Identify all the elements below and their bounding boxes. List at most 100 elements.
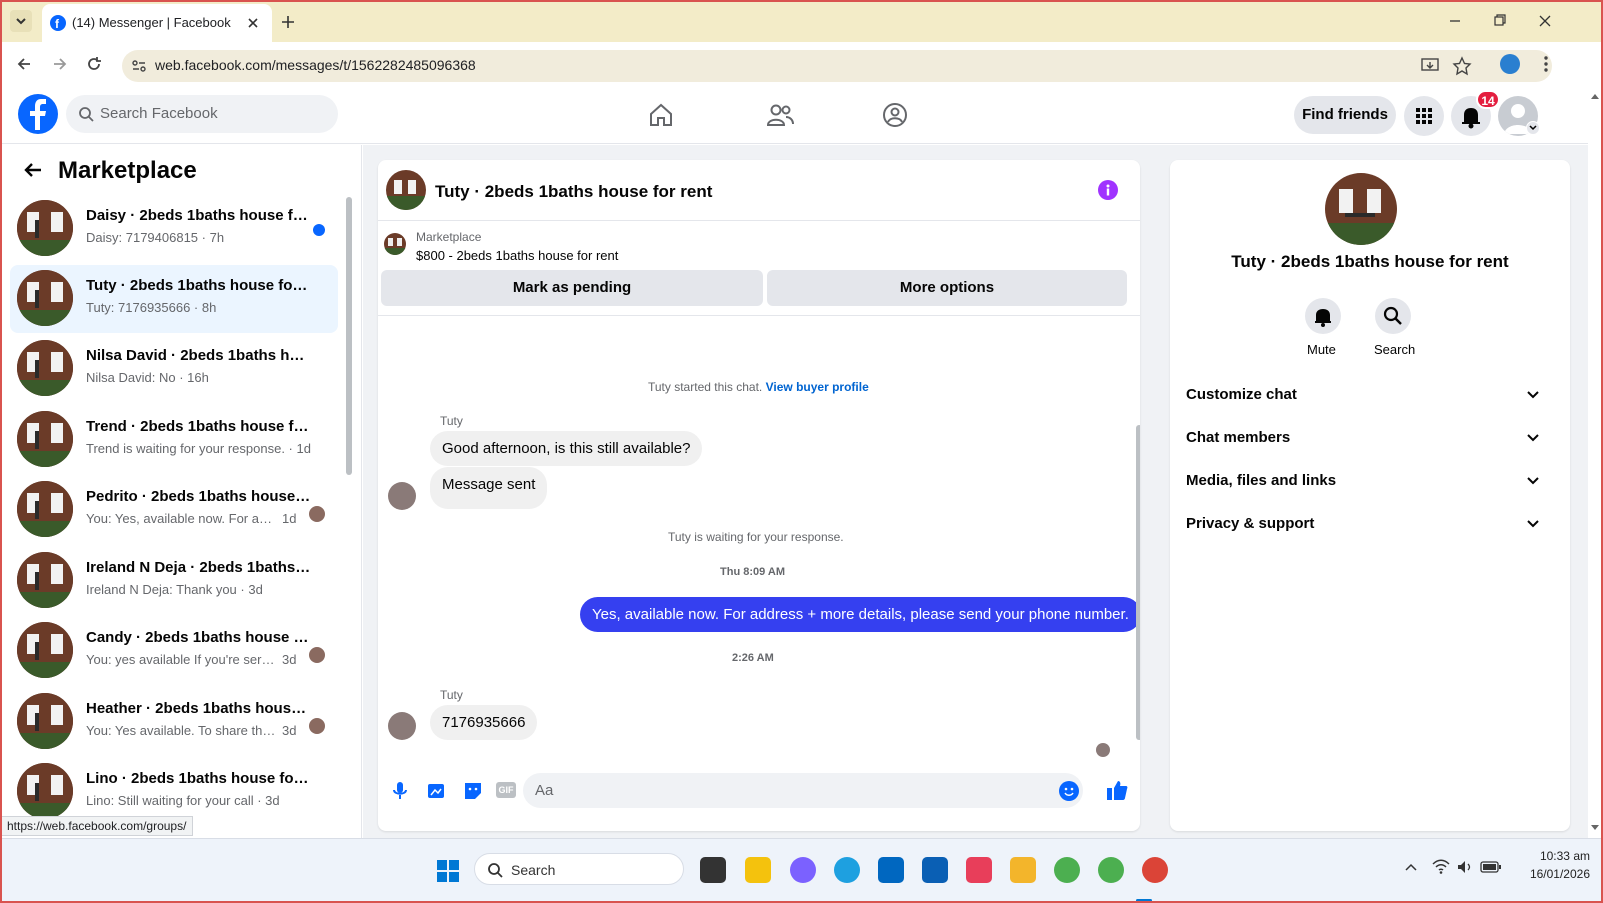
more-options-button[interactable]: More options (767, 270, 1127, 306)
mute-bell-icon[interactable] (1305, 298, 1341, 334)
incoming-message[interactable]: 7176935666 (430, 705, 538, 740)
conversation-item[interactable]: Daisy · 2beds 1baths house for rent Daisy… (10, 195, 338, 263)
sender-name: Tuty (440, 688, 463, 702)
tray-chevron-icon[interactable] (1404, 861, 1418, 875)
info-icon[interactable] (1098, 180, 1118, 200)
like-icon[interactable] (1105, 778, 1129, 802)
mute-label: Mute (1307, 342, 1336, 357)
sender-avatar[interactable] (388, 482, 416, 510)
file-explorer-icon[interactable] (1010, 857, 1036, 883)
outlook-icon[interactable] (922, 857, 948, 883)
divider (378, 220, 1140, 221)
info-section[interactable]: Privacy & support (1186, 515, 1546, 532)
conversation-preview: You: Yes available. To share the a... (86, 723, 276, 738)
menu-grid-icon[interactable] (1404, 96, 1444, 136)
profile-avatar-icon[interactable] (1500, 54, 1520, 74)
conversation-preview: Trend is waiting for your response. · 1d (86, 441, 311, 456)
friends-icon[interactable] (766, 102, 794, 128)
microphone-icon[interactable] (390, 780, 410, 802)
taskbar-search-placeholder: Search (511, 862, 556, 878)
conversation-item[interactable]: Candy · 2beds 1baths house for rent You: … (10, 617, 338, 685)
conversation-item[interactable]: Pedrito · 2beds 1baths house for rent You… (10, 476, 338, 544)
back-icon[interactable] (14, 54, 34, 74)
message-input[interactable]: Aa (523, 773, 1083, 808)
back-arrow-icon[interactable] (22, 159, 44, 181)
chat-avatar[interactable] (386, 170, 426, 210)
chat-info-panel: Tuty · 2beds 1baths house for rent Mute … (1170, 160, 1570, 831)
conversation-name: Candy · 2beds 1baths house for rent (86, 629, 311, 646)
info-section-label: Customize chat (1186, 386, 1297, 403)
info-section[interactable]: Media, files and links (1186, 472, 1546, 489)
edge-icon[interactable] (834, 857, 860, 883)
browser-tab[interactable]: f (14) Messenger | Facebook (42, 4, 272, 42)
forward-icon[interactable] (50, 54, 70, 74)
close-tab-icon[interactable] (244, 14, 262, 32)
conversation-preview: Tuty: 7176935666 · 8h (86, 300, 217, 315)
chrome-profile-3-icon[interactable] (1142, 857, 1168, 883)
task-view-icon[interactable] (700, 857, 726, 883)
mark-as-pending-button[interactable]: Mark as pending (381, 270, 763, 306)
new-tab-icon[interactable] (278, 12, 298, 32)
conversation-name: Ireland N Deja · 2beds 1baths house for … (86, 559, 311, 576)
search-icon (487, 862, 503, 878)
chrome-profile-2-icon[interactable] (1098, 857, 1124, 883)
conversation-item[interactable]: Ireland N Deja · 2beds 1baths house for … (10, 547, 338, 615)
sender-avatar[interactable] (388, 712, 416, 740)
close-window-icon[interactable] (1536, 12, 1554, 30)
sticker-icon[interactable] (462, 780, 484, 802)
photo-icon[interactable] (426, 780, 448, 802)
chat-scrollbar[interactable] (1136, 425, 1140, 740)
facebook-logo-icon[interactable] (18, 94, 58, 134)
incoming-message[interactable]: Message sent (430, 467, 548, 509)
store-icon[interactable] (878, 857, 904, 883)
taskbar-search[interactable]: Search (474, 853, 684, 885)
chrome-profile-1-icon[interactable] (1054, 857, 1080, 883)
incoming-message[interactable]: Good afternoon, is this still available? (430, 431, 703, 466)
gif-icon[interactable]: GIF (496, 782, 516, 798)
conversation-name: Pedrito · 2beds 1baths house for rent (86, 488, 311, 505)
search-chat-icon[interactable] (1375, 298, 1411, 334)
reload-icon[interactable] (84, 54, 104, 74)
windows-start-icon[interactable] (436, 859, 460, 883)
taskbar-clock[interactable]: 10:33 am 16/01/2026 (1510, 849, 1590, 881)
chat-title[interactable]: Tuty · 2beds 1baths house for rent (435, 182, 712, 202)
sidebar-scrollbar[interactable] (346, 197, 352, 475)
facebook-search-box[interactable]: Search Facebook (66, 95, 338, 133)
minimize-icon[interactable] (1446, 12, 1464, 30)
listing-thumbnail[interactable] (384, 233, 406, 255)
info-section[interactable]: Chat members (1186, 429, 1546, 446)
restore-icon[interactable] (1490, 12, 1508, 30)
page-scroll-up-icon[interactable] (1590, 92, 1600, 100)
address-bar[interactable]: web.facebook.com/messages/t/156228248509… (122, 50, 1552, 82)
copilot-icon[interactable] (790, 857, 816, 883)
conversation-item[interactable]: Heather · 2beds 1baths house for rent You… (10, 688, 338, 756)
clock-date: 16/01/2026 (1529, 867, 1590, 881)
wifi-icon[interactable] (1432, 859, 1450, 875)
page-scroll-down-icon[interactable] (1590, 824, 1600, 832)
account-chevron-icon[interactable] (1526, 121, 1540, 135)
info-avatar[interactable] (1325, 173, 1397, 245)
volume-icon[interactable] (1456, 859, 1474, 875)
browser-menu-icon[interactable] (1540, 54, 1552, 74)
emoji-icon[interactable] (1059, 781, 1079, 801)
groups-icon[interactable] (882, 102, 908, 128)
snipping-tool-icon[interactable] (966, 857, 992, 883)
bookmark-star-icon[interactable] (1452, 56, 1472, 76)
info-section[interactable]: Customize chat (1186, 386, 1546, 403)
outgoing-message[interactable]: Yes, available now. For address + more d… (580, 597, 1140, 632)
battery-icon[interactable] (1480, 860, 1502, 874)
conversation-item[interactable]: Nilsa David · 2beds 1baths house for ren… (10, 335, 338, 403)
conversation-avatar (17, 622, 73, 678)
sticky-notes-icon[interactable] (745, 857, 771, 883)
conversation-item[interactable]: Tuty · 2beds 1baths house for rent Tuty: … (10, 265, 338, 333)
home-icon[interactable] (648, 102, 674, 128)
listing-title[interactable]: $800 - 2beds 1baths house for rent (416, 248, 618, 263)
timestamp: Thu 8:09 AM (720, 566, 785, 578)
conversation-item[interactable]: Trend · 2beds 1baths house for rent Trend… (10, 406, 338, 474)
site-info-icon[interactable] (130, 57, 148, 75)
find-friends-button[interactable]: Find friends (1294, 96, 1396, 134)
timestamp: 2:26 AM (732, 652, 774, 664)
tab-list-button[interactable] (10, 10, 32, 32)
install-app-icon[interactable] (1420, 56, 1440, 76)
view-buyer-profile-link[interactable]: View buyer profile (766, 380, 869, 394)
